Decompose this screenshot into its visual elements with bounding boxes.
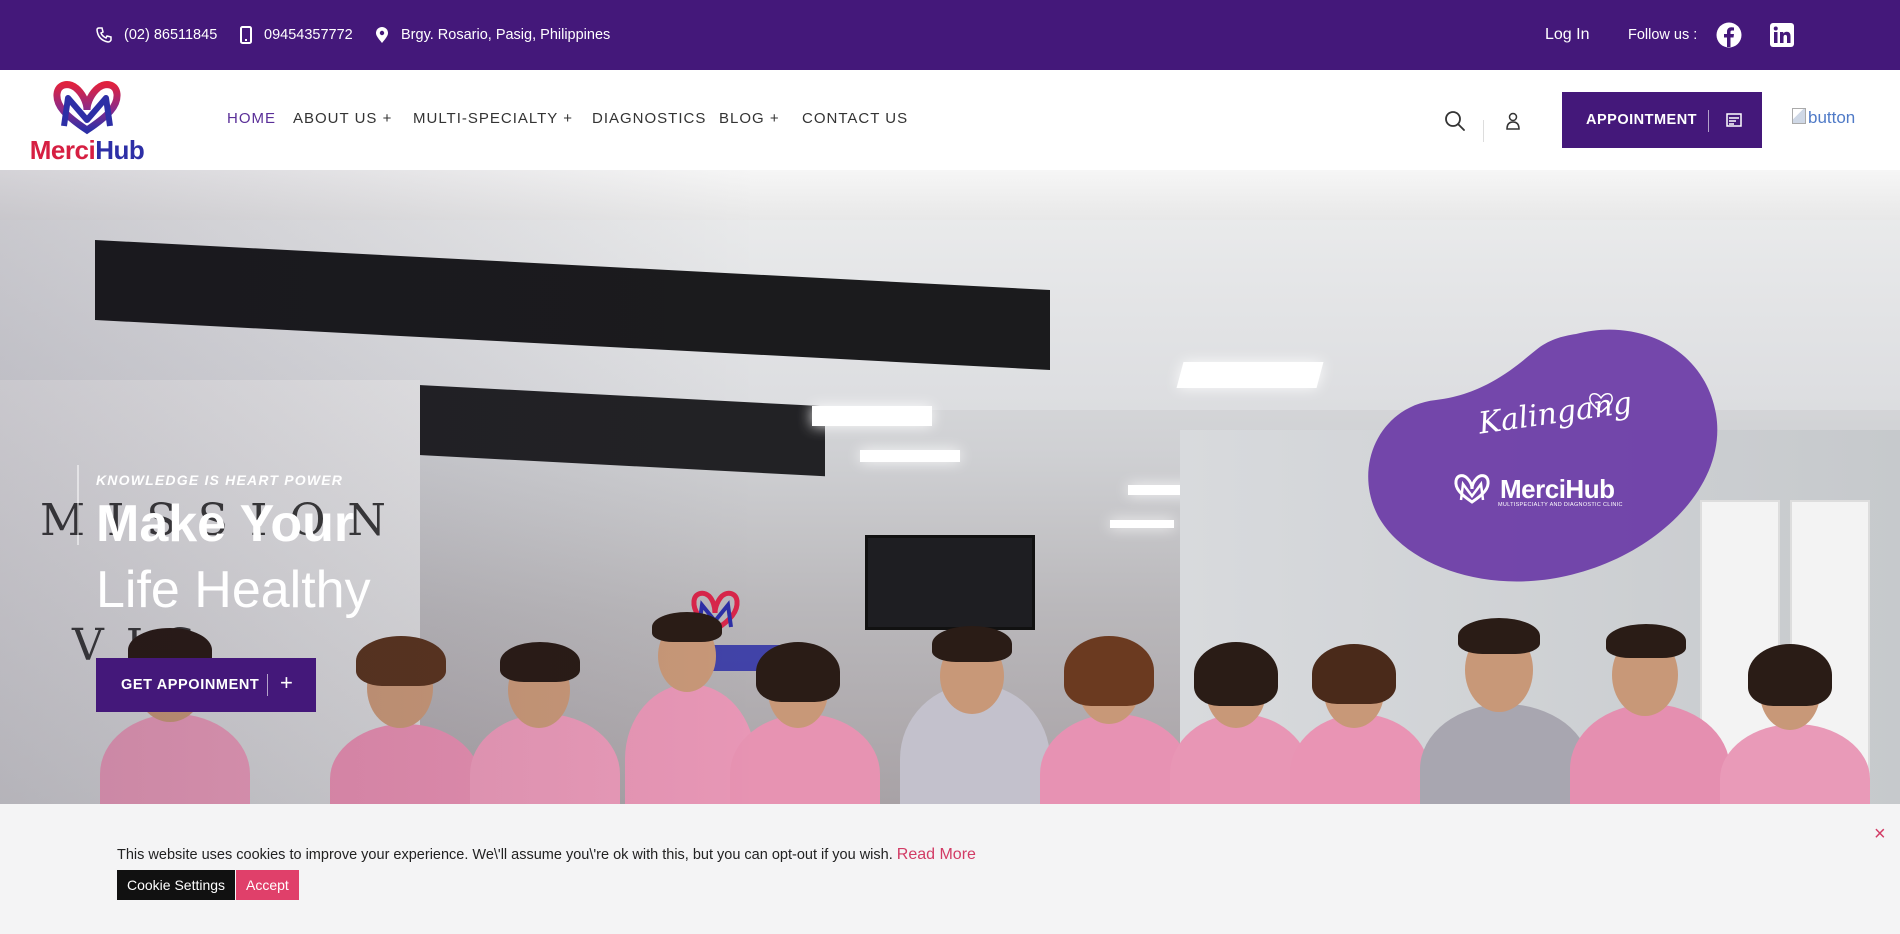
hero-kicker-line <box>77 465 79 545</box>
badge-brand: MerciHub MULTISPECIALTY AND DIAGNOSTIC C… <box>1452 472 1622 508</box>
cookie-message: This website uses cookies to improve you… <box>117 846 976 864</box>
location-pin-icon <box>376 27 388 43</box>
cookie-accept-button[interactable]: Accept <box>236 870 299 900</box>
nav-contact-us[interactable]: CONTACT US <box>802 110 908 128</box>
get-appointment-divider <box>267 674 268 696</box>
nav-multi-specialty[interactable]: MULTI-SPECIALTY + <box>413 110 573 128</box>
cookie-message-text: This website uses cookies to improve you… <box>117 847 893 863</box>
cookie-settings-button[interactable]: Cookie Settings <box>117 870 236 900</box>
logo-wordmark: MerciHub <box>26 137 148 163</box>
get-appointment-button[interactable]: GET APPOINMENT + <box>96 658 316 712</box>
logo-text-hub: Hub <box>95 135 145 165</box>
hero-banner: MISSION VIS <box>0 170 1900 804</box>
mercihub-logo[interactable]: MerciHub <box>26 80 148 163</box>
mobile-contact[interactable]: 09454357772 <box>240 0 353 70</box>
broken-image-icon <box>1792 108 1806 124</box>
main-header: MerciHub HOME ABOUT US + MULTI-SPECIALTY… <box>0 70 1900 170</box>
get-appointment-label: GET APPOINMENT <box>121 677 260 693</box>
nav-about-us[interactable]: ABOUT US + <box>293 110 392 128</box>
nav-home[interactable]: HOME <box>227 110 276 128</box>
kalingang-badge-blob <box>1368 329 1718 582</box>
badge-brand-subtitle: MULTISPECIALTY AND DIAGNOSTIC CLINIC <box>1498 502 1623 508</box>
phone-contact[interactable]: (02) 86511845 <box>96 0 217 70</box>
badge-brand-name: MerciHub <box>1500 473 1615 504</box>
appointment-button-label: APPOINTMENT <box>1586 112 1698 128</box>
header-divider <box>1483 120 1484 142</box>
nav-blog[interactable]: BLOG + <box>719 110 780 128</box>
logo-text-merci: Merci <box>29 135 96 165</box>
calendar-icon <box>1726 113 1742 127</box>
linkedin-icon[interactable] <box>1769 22 1795 48</box>
broken-image-alt-text: button <box>1808 108 1856 127</box>
cookie-read-more-link[interactable]: Read More <box>897 846 976 863</box>
hero-title-line1: Make Your <box>96 495 355 553</box>
user-icon[interactable] <box>1505 112 1521 130</box>
close-icon[interactable]: × <box>1874 824 1886 844</box>
appointment-button[interactable]: APPOINTMENT <box>1562 92 1762 148</box>
plus-icon: + <box>280 670 293 695</box>
heart-m-logo-icon <box>53 81 121 135</box>
cookie-consent-bar: This website uses cookies to improve you… <box>0 804 1900 934</box>
appointment-button-divider <box>1708 110 1709 132</box>
hero-title-line2: Life Healthy <box>96 561 371 619</box>
top-bar: (02) 86511845 09454357772 Brgy. Rosario,… <box>0 0 1900 70</box>
login-link[interactable]: Log In <box>1545 0 1589 70</box>
nav-diagnostics[interactable]: DIAGNOSTICS <box>592 110 706 128</box>
facebook-icon[interactable] <box>1716 22 1742 48</box>
address-text: Brgy. Rosario, Pasig, Philippines <box>401 27 611 43</box>
follow-us-label: Follow us : <box>1628 27 1698 43</box>
badge-logo-icon <box>1454 474 1490 504</box>
mobile-number: 09454357772 <box>264 27 353 43</box>
broken-image-button[interactable]: button <box>1792 108 1855 128</box>
search-icon[interactable] <box>1444 110 1466 132</box>
address-contact[interactable]: Brgy. Rosario, Pasig, Philippines <box>375 0 610 70</box>
mobile-icon <box>240 26 252 44</box>
phone-icon <box>96 27 112 43</box>
heart-outline-icon <box>1589 393 1613 413</box>
phone-number: (02) 86511845 <box>124 27 218 43</box>
hero-kicker: KNOWLEDGE IS HEART POWER <box>96 472 344 488</box>
